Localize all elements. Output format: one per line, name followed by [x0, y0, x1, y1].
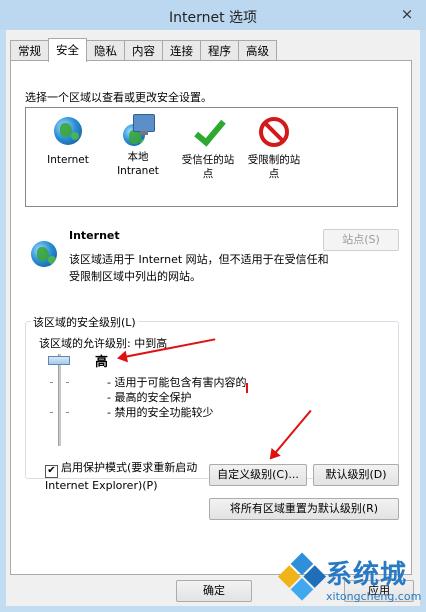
- zone-trusted-sites[interactable]: 受信任的站 点: [172, 114, 244, 181]
- selected-zone-description: 该区域适用于 Internet 网站，但不适用于在受信任和受限制区域中列出的网站…: [69, 253, 329, 283]
- custom-level-button[interactable]: 自定义级别(C)...: [209, 464, 307, 486]
- zone-label: Internet: [47, 154, 89, 166]
- tab-security[interactable]: 安全: [48, 38, 87, 62]
- zone-restricted-sites[interactable]: 受限制的站 点: [238, 114, 310, 181]
- internet-options-window: Internet 选项 × 常规 安全 隐私 内容 连接 程序 高级 选择一个区…: [0, 0, 426, 612]
- watermark-logo-icon: [277, 552, 328, 604]
- zone-internet[interactable]: Internet: [32, 114, 104, 167]
- dialog-client: 常规 安全 隐私 内容 连接 程序 高级 选择一个区域以查看或更改安全设置。 I…: [6, 30, 420, 606]
- close-button[interactable]: ×: [396, 4, 418, 24]
- check-icon: [194, 117, 222, 145]
- zone-label: 受限制的站 点: [247, 154, 301, 180]
- sites-button[interactable]: 站点(S): [323, 229, 399, 251]
- zone-label: 本地 Intranet: [117, 151, 159, 177]
- restricted-icon: [259, 117, 289, 147]
- window-title: Internet 选项: [168, 10, 258, 26]
- globe-icon: [54, 117, 82, 145]
- globe-icon: [31, 241, 57, 267]
- allowed-level-text: 该区域的允许级别: 中到高: [39, 337, 168, 350]
- watermark-url: xitongcheng.com: [326, 590, 422, 603]
- protected-mode-checkbox[interactable]: ✔ 启用保护模式(要求重新启动 Internet Explorer)(P): [45, 460, 215, 493]
- level-detail-line: - 禁用的安全功能较少: [107, 406, 214, 419]
- close-icon: ×: [400, 5, 414, 23]
- title-bar[interactable]: Internet 选项 ×: [0, 0, 426, 30]
- watermark-brand: 系统城: [326, 560, 408, 590]
- zone-list: Internet 本地 Intranet 受信任的站 点 受限制的站 点: [25, 107, 398, 207]
- level-detail-line: - 最高的安全保护: [107, 391, 192, 404]
- zone-instruction: 选择一个区域以查看或更改安全设置。: [25, 91, 212, 104]
- zone-label: 受信任的站 点: [181, 154, 235, 180]
- security-level-group-label: 该区域的安全级别(L): [31, 314, 138, 330]
- tab-programs[interactable]: 程序: [200, 40, 239, 60]
- security-panel: 选择一个区域以查看或更改安全设置。 Internet 本地 Intranet 受…: [10, 60, 412, 575]
- zone-local-intranet[interactable]: 本地 Intranet: [102, 114, 174, 178]
- tab-content[interactable]: 内容: [124, 40, 163, 60]
- tab-advanced[interactable]: 高级: [238, 40, 277, 60]
- reset-all-zones-button[interactable]: 将所有区域重置为默认级别(R): [209, 498, 399, 520]
- annotation-mark: [246, 383, 248, 393]
- ok-button[interactable]: 确定: [176, 580, 252, 602]
- selected-zone-title: Internet: [69, 229, 120, 242]
- site-watermark: 系统城 xitongcheng.com: [276, 552, 426, 612]
- tab-connections[interactable]: 连接: [162, 40, 201, 60]
- selected-zone-icon: [29, 239, 59, 269]
- check-mark-icon[interactable]: ✔: [45, 465, 58, 478]
- default-level-button[interactable]: 默认级别(D): [313, 464, 399, 486]
- intranet-icon: [121, 114, 155, 148]
- security-level-slider[interactable]: [44, 352, 74, 448]
- level-detail-line: - 适用于可能包含有害内容的: [107, 376, 247, 389]
- tab-privacy[interactable]: 隐私: [86, 40, 125, 60]
- slider-thumb[interactable]: [48, 356, 70, 365]
- protected-mode-label: 启用保护模式(要求重新启动 Internet Explorer)(P): [45, 461, 198, 492]
- tab-general[interactable]: 常规: [10, 40, 49, 60]
- tab-strip: 常规 安全 隐私 内容 连接 程序 高级: [10, 38, 277, 62]
- security-level-details: - 适用于可能包含有害内容的 - 最高的安全保护 - 禁用的安全功能较少: [107, 375, 246, 420]
- security-level-name: 高: [95, 355, 109, 370]
